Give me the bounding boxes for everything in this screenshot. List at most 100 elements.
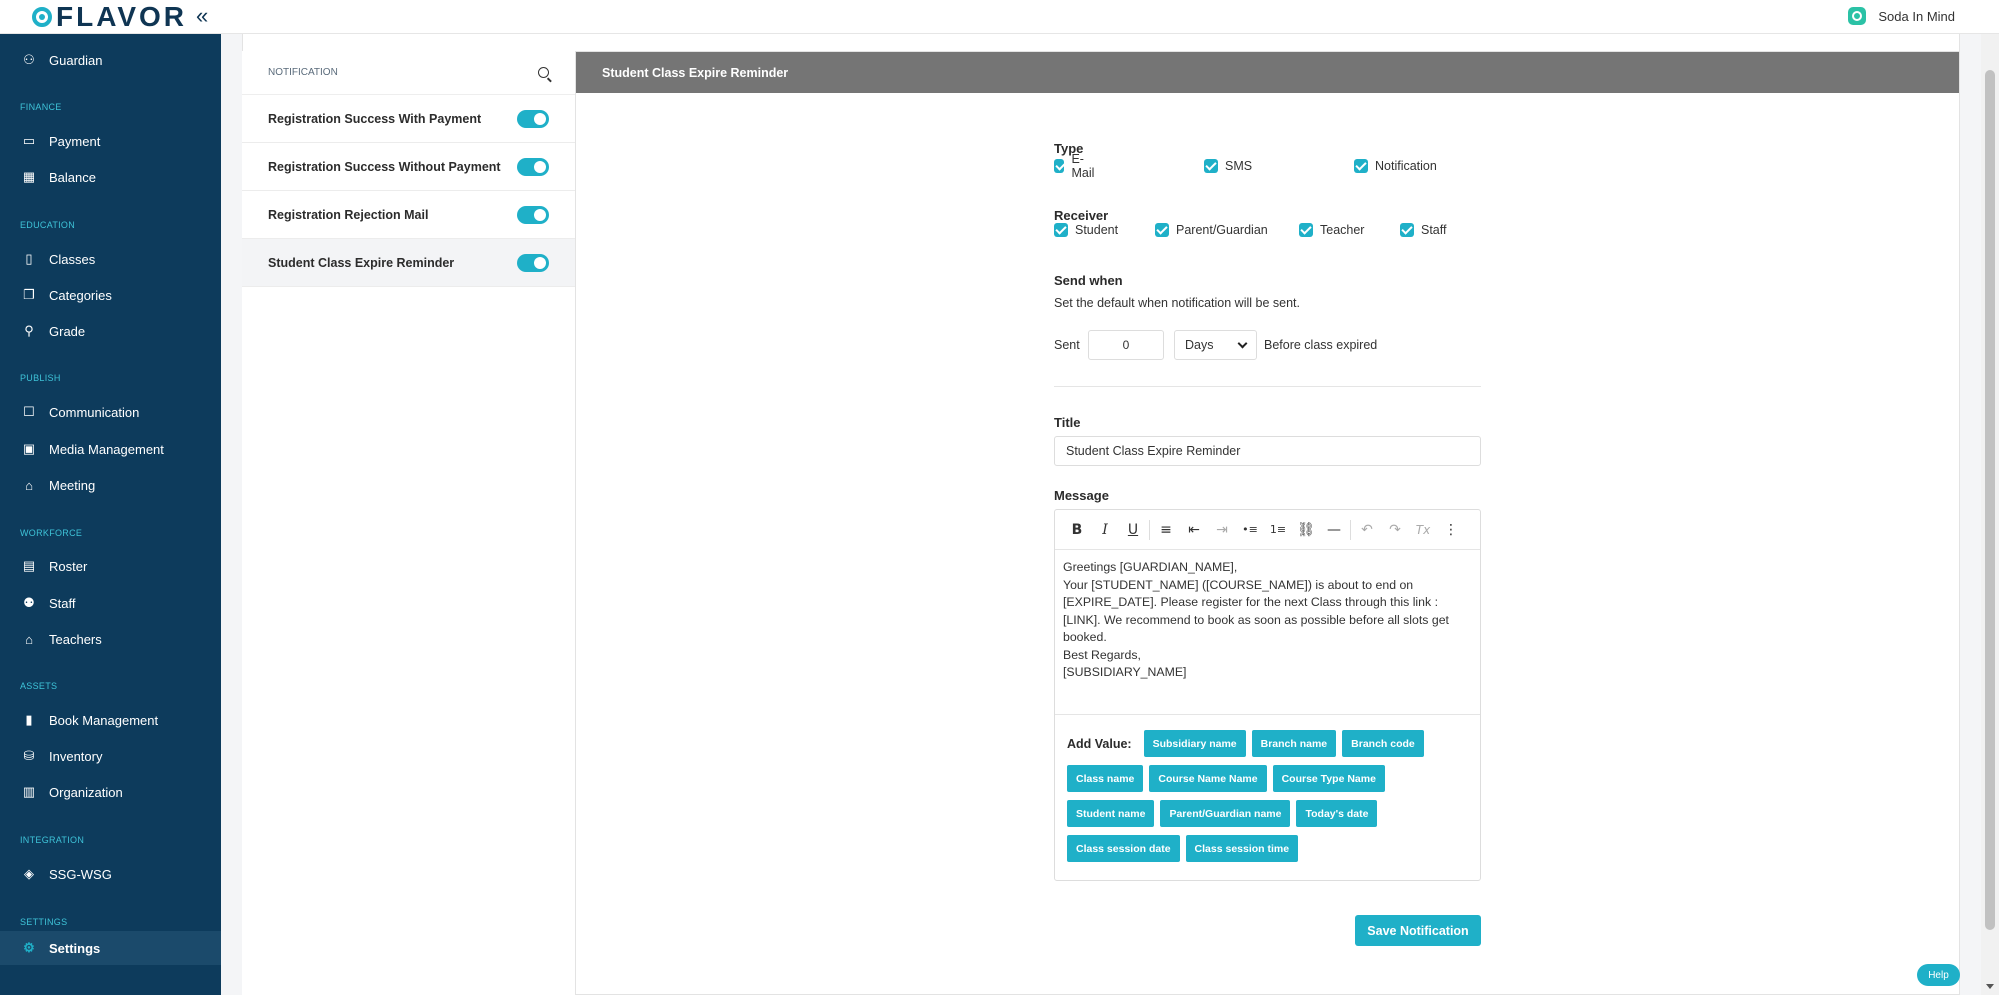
page-scrollbar[interactable] [1981,0,1999,995]
notification-row[interactable]: Registration Success Without Payment [242,143,575,191]
add-value-chip[interactable]: Branch code [1342,730,1424,757]
sidebar-item-categories[interactable]: ❐ Categories [0,278,221,312]
top-bar: FLAVOR « Soda In Mind [0,0,1999,34]
sidebar-item-payment[interactable]: ▭ Payment [0,124,221,158]
sidebar: ⚇ Guardian FINANCE ▭ Payment ▦ Balance EDUCATIO… [0,34,221,995]
sent-unit-select[interactable]: Days [1174,330,1257,360]
message-label: Message [1054,488,1109,503]
sidebar-item-inventory[interactable]: ⛁ Inventory [0,739,221,773]
add-value-label: Add Value: [1067,736,1132,751]
message-body[interactable]: Greetings [GUARDIAN_NAME], Your [STUDENT… [1055,550,1480,715]
add-value-row: Class name Course Name Name Course Type Na… [1067,765,1468,792]
sidebar-section-finance: FINANCE [20,102,62,112]
inventory-icon: ⛁ [23,748,35,763]
checkbox-checked-icon [1354,159,1368,173]
bold-icon[interactable]: B [1063,516,1091,544]
sidebar-item-communication[interactable]: ☐ Communication [0,395,221,429]
bullet-list-icon[interactable]: •≡ [1236,516,1264,544]
sidebar-item-classes[interactable]: ▯ Classes [0,242,221,276]
notification-enabled-toggle[interactable] [517,205,549,224]
title-input[interactable]: Student Class Expire Reminder [1054,436,1481,466]
search-icon[interactable] [538,67,549,78]
add-value-chip[interactable]: Class session date [1067,835,1180,862]
sent-suffix: Before class expired [1264,338,1378,352]
sidebar-section-publish: PUBLISH [20,373,61,383]
checkbox-checked-icon [1155,223,1169,237]
add-value-chip[interactable]: Student name [1067,800,1155,827]
notification-row[interactable]: Registration Rejection Mail [242,191,575,239]
add-value-chip[interactable]: Class session time [1185,835,1299,862]
sidebar-item-grade[interactable]: ⚲ Grade [0,314,221,348]
org-switcher[interactable]: Soda In Mind [1848,7,1955,25]
underline-icon[interactable]: U [1119,516,1147,544]
classes-icon: ▯ [25,251,33,266]
link-icon[interactable]: ⛓ [1292,516,1320,544]
notification-row[interactable]: Registration Success With Payment [242,95,575,143]
add-value-chip[interactable]: Today's date [1296,800,1378,827]
sidebar-item-label: Communication [49,404,140,420]
sidebar-item-ssg-wsg[interactable]: ◈ SSG-WSG [0,857,221,891]
save-notification-button[interactable]: Save Notification [1355,915,1481,946]
detail-header: Student Class Expire Reminder [576,52,1959,93]
type-email-checkbox[interactable]: E-Mail [1054,152,1098,180]
add-value-chip[interactable]: Subsidiary name [1143,730,1246,757]
toolbar-separator [1350,519,1351,540]
message-editor: B I U ≡ ⇤ ⇥ •≡ 1≡ ⛓ — ↶ ↷ Tx ⋮ Greetings… [1054,509,1481,881]
sidebar-item-label: Staff [49,595,76,611]
sent-amount-input[interactable]: 0 [1088,330,1164,360]
redo-icon[interactable]: ↷ [1381,516,1409,544]
sidebar-item-label: Book Management [49,712,159,728]
sidebar-item-label: Roster [49,558,88,574]
sidebar-item-media-management[interactable]: ▣ Media Management [0,432,221,466]
sidebar-item-settings[interactable]: ⚙ Settings [0,931,221,965]
scroll-down-icon[interactable] [1986,984,1994,989]
numbered-list-icon[interactable]: 1≡ [1264,516,1292,544]
sidebar-item-meeting[interactable]: ⌂ Meeting [0,468,221,502]
sidebar-item-label: Guardian [49,52,103,68]
receiver-staff-checkbox[interactable]: Staff [1400,223,1446,237]
sidebar-item-organization[interactable]: ▥ Organization [0,775,221,809]
sidebar-section-workforce: WORKFORCE [20,528,83,538]
sidebar-item-roster[interactable]: ▤ Roster [0,549,221,583]
indent-icon[interactable]: ⇥ [1208,516,1236,544]
sidebar-item-label: Settings [49,940,101,956]
type-sms-checkbox[interactable]: SMS [1204,159,1252,173]
sidebar-item-balance[interactable]: ▦ Balance [0,160,221,194]
help-button[interactable]: Help [1917,964,1960,986]
clear-format-icon[interactable]: Tx [1409,516,1437,544]
undo-icon[interactable]: ↶ [1353,516,1381,544]
outdent-icon[interactable]: ⇤ [1180,516,1208,544]
scrollbar-thumb[interactable] [1985,70,1995,930]
sidebar-item-label: Classes [49,251,96,267]
sidebar-item-teachers[interactable]: ⌂ Teachers [0,622,221,656]
italic-icon[interactable]: I [1091,516,1119,544]
collapse-sidebar-button[interactable]: « [196,5,208,27]
align-icon[interactable]: ≡ [1152,516,1180,544]
add-value-chip[interactable]: Branch name [1251,730,1337,757]
add-value-chip[interactable]: Parent/Guardian name [1160,800,1291,827]
more-options-icon[interactable]: ⋮ [1437,516,1465,544]
receiver-parent-checkbox[interactable]: Parent/Guardian [1155,223,1268,237]
app-logo[interactable]: FLAVOR [32,3,187,31]
notification-enabled-toggle[interactable] [517,109,549,128]
add-value-row: Add Value: Subsidiary name Branch name Bran… [1067,730,1468,757]
add-value-chip[interactable]: Course Name Name [1149,765,1267,792]
receiver-student-checkbox[interactable]: Student [1054,223,1118,237]
sidebar-section-integration: INTEGRATION [20,835,85,845]
sidebar-item-staff[interactable]: ⚉ Staff [0,586,221,620]
horizontal-rule-icon[interactable]: — [1320,516,1348,544]
sidebar-item-label: Organization [49,784,123,800]
add-value-chip[interactable]: Course Type Name [1272,765,1385,792]
notification-row-label: Registration Rejection Mail [268,207,429,222]
checkbox-label: E-Mail [1071,152,1095,180]
notification-row[interactable]: Student Class Expire Reminder [242,239,575,287]
notification-enabled-toggle[interactable] [517,157,549,176]
receiver-teacher-checkbox[interactable]: Teacher [1299,223,1364,237]
type-notification-checkbox[interactable]: Notification [1354,159,1437,173]
notification-enabled-toggle[interactable] [517,253,549,272]
add-value-chip[interactable]: Class name [1067,765,1144,792]
guardian-icon: ⚇ [23,52,35,67]
sidebar-item-label: SSG-WSG [49,866,112,882]
sidebar-item-guardian[interactable]: ⚇ Guardian [0,43,221,77]
sidebar-item-book-management[interactable]: ▮ Book Management [0,703,221,737]
